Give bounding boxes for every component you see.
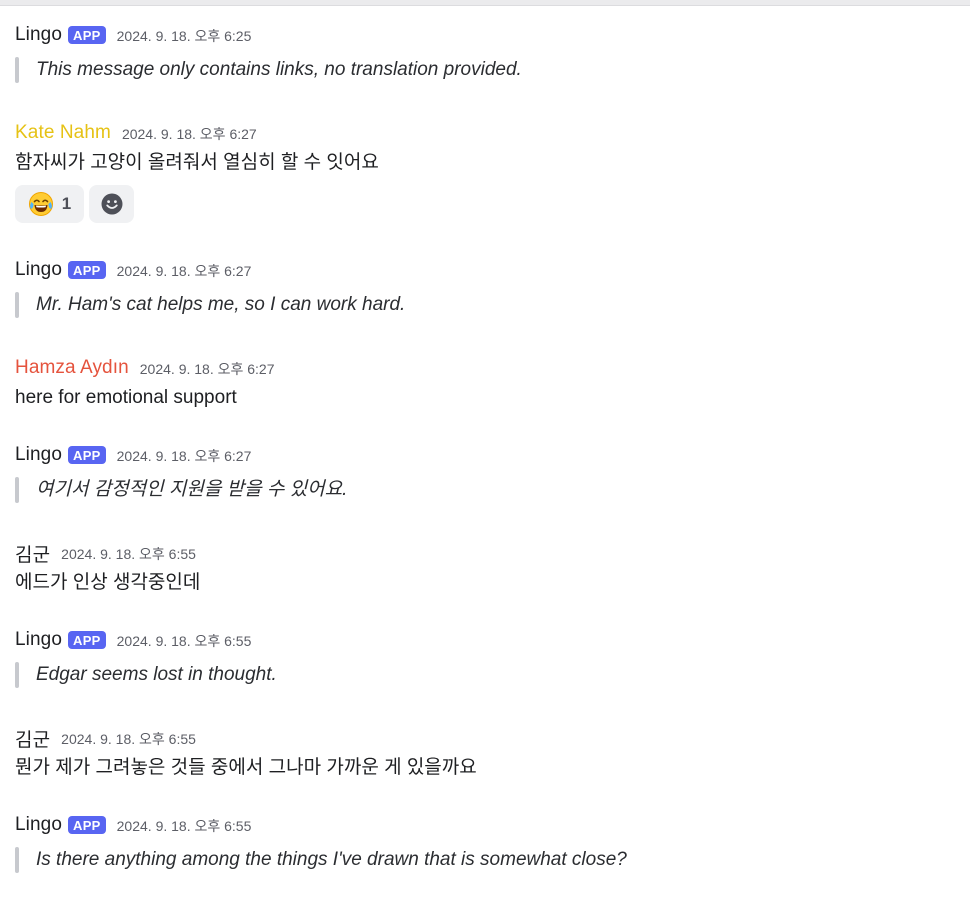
message-text: 함자씨가 고양이 올려줘서 열심히 할 수 잇어요 [15,152,379,173]
blockquote-bar [15,847,19,873]
message-item: Hamza Aydın 2024. 9. 18. 오후 6:27 here fo… [15,356,970,410]
blockquote-bar [15,477,19,503]
message-text: 에드가 인상 생각중인데 [15,572,201,593]
translation-text: Mr. Ham's cat helps me, so I can work ha… [36,294,406,315]
message-item: Lingo APP 2024. 9. 18. 오후 6:25 This mess… [15,23,970,83]
author-name[interactable]: 김군 [15,725,50,752]
app-badge: APP [68,631,106,649]
message-item: Lingo APP 2024. 9. 18. 오후 6:27 Mr. Ham's… [15,258,970,318]
app-badge: APP [68,261,106,279]
add-reaction-button[interactable] [89,185,134,223]
author-name[interactable]: Lingo [15,259,62,281]
translation-text: Edgar seems lost in thought. [36,664,277,685]
app-badge: APP [68,26,106,44]
message-item: Lingo APP 2024. 9. 18. 오후 6:55 Is there … [15,813,970,873]
translation-text: 여기서 감정적인 지원을 받을 수 있어요. [36,479,348,500]
message-timestamp[interactable]: 2024. 9. 18. 오후 6:55 [61,729,196,749]
author-name[interactable]: Lingo [15,814,62,836]
message-timestamp[interactable]: 2024. 9. 18. 오후 6:25 [117,26,252,46]
message-timestamp[interactable]: 2024. 9. 18. 오후 6:55 [117,631,252,651]
author-name[interactable]: 김군 [15,540,50,567]
reaction-laughing[interactable]: 1 [15,185,84,223]
add-reaction-smiley-icon [100,192,124,216]
app-badge: APP [68,446,106,464]
message-header: Kate Nahm 2024. 9. 18. 오후 6:27 [15,121,970,145]
message-item: Kate Nahm 2024. 9. 18. 오후 6:27 함자씨가 고양이 … [15,121,970,223]
message-timestamp[interactable]: 2024. 9. 18. 오후 6:27 [140,359,275,379]
author-name[interactable]: Lingo [15,444,62,466]
blockquote-bar [15,292,19,318]
message-timestamp[interactable]: 2024. 9. 18. 오후 6:27 [122,124,257,144]
message-item: Lingo APP 2024. 9. 18. 오후 6:27 여기서 감정적인 … [15,443,970,503]
message-header: Lingo APP 2024. 9. 18. 오후 6:27 [15,443,970,467]
message-text: here for emotional support [15,387,237,408]
message-timestamp[interactable]: 2024. 9. 18. 오후 6:27 [117,261,252,281]
message-feed: Lingo APP 2024. 9. 18. 오후 6:25 This mess… [0,0,970,908]
message-timestamp[interactable]: 2024. 9. 18. 오후 6:55 [61,544,196,564]
message-header: 김군 2024. 9. 18. 오후 6:55 [15,725,970,752]
translation-text: This message only contains links, no tra… [36,59,522,80]
author-name[interactable]: Lingo [15,629,62,651]
blockquote: Is there anything among the things I've … [15,847,970,873]
author-name[interactable]: Hamza Aydın [15,357,129,379]
message-header: 김군 2024. 9. 18. 오후 6:55 [15,540,970,567]
message-header: Lingo APP 2024. 9. 18. 오후 6:27 [15,258,970,282]
reactions-bar: 1 [15,185,970,223]
blockquote: Edgar seems lost in thought. [15,662,970,688]
message-header: Lingo APP 2024. 9. 18. 오후 6:25 [15,23,970,47]
reaction-count: 1 [61,194,72,213]
message-timestamp[interactable]: 2024. 9. 18. 오후 6:55 [117,816,252,836]
message-item: 김군 2024. 9. 18. 오후 6:55 에드가 인상 생각중인데 [15,541,970,595]
message-text: 뭔가 제가 그려놓은 것들 중에서 그나마 가까운 게 있을까요 [15,757,477,778]
message-header: Hamza Aydın 2024. 9. 18. 오후 6:27 [15,356,970,380]
blockquote: 여기서 감정적인 지원을 받을 수 있어요. [15,477,970,503]
blockquote-bar [15,57,19,83]
translation-text: Is there anything among the things I've … [36,849,627,870]
author-name[interactable]: Kate Nahm [15,122,111,144]
message-header: Lingo APP 2024. 9. 18. 오후 6:55 [15,813,970,837]
blockquote: This message only contains links, no tra… [15,57,970,83]
message-timestamp[interactable]: 2024. 9. 18. 오후 6:27 [117,446,252,466]
blockquote-bar [15,662,19,688]
blockquote: Mr. Ham's cat helps me, so I can work ha… [15,292,970,318]
message-header: Lingo APP 2024. 9. 18. 오후 6:55 [15,628,970,652]
app-badge: APP [68,816,106,834]
author-name[interactable]: Lingo [15,24,62,46]
face-with-tears-of-joy-icon [28,191,54,217]
message-item: 김군 2024. 9. 18. 오후 6:55 뭔가 제가 그려놓은 것들 중에… [15,726,970,780]
message-item: Lingo APP 2024. 9. 18. 오후 6:55 Edgar see… [15,628,970,688]
